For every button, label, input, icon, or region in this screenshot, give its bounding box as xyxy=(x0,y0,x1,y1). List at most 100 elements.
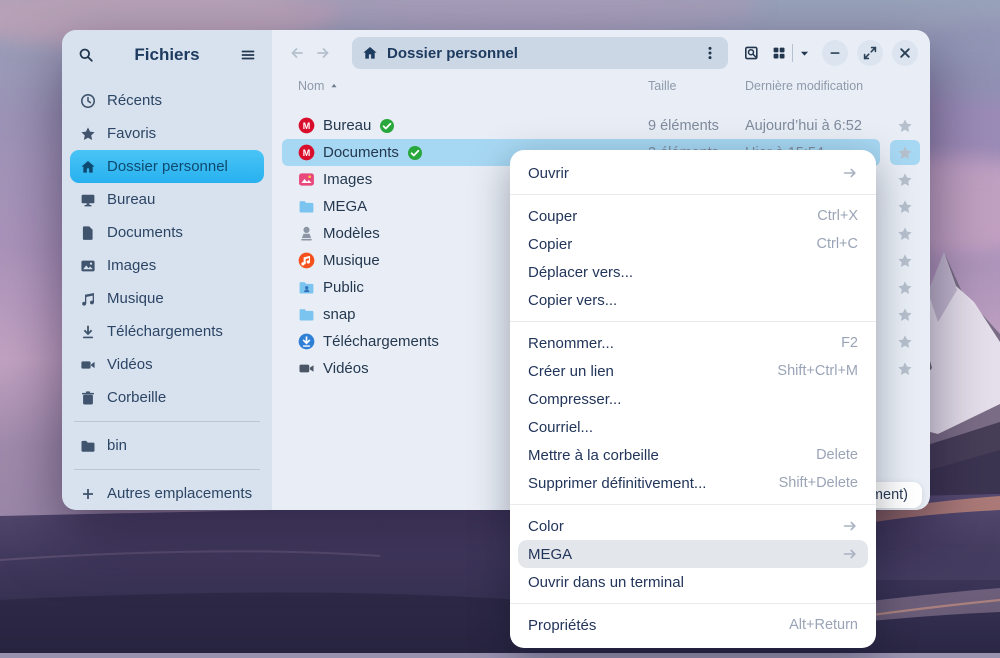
file-name: MEGA xyxy=(323,198,367,215)
sidebar-item-label: Dossier personnel xyxy=(107,158,228,175)
star-toggle[interactable] xyxy=(890,140,920,165)
file-name: Modèles xyxy=(323,225,380,242)
sidebar-item-musique[interactable]: Musique xyxy=(70,282,264,315)
sidebar-list: Récents Favoris Dossier personnel Bureau… xyxy=(62,80,272,510)
trash-icon xyxy=(80,390,96,406)
search-icon[interactable] xyxy=(78,47,94,63)
file-row-bureau[interactable]: M Bureau 9 éléments Aujourd’hui à 6:52 xyxy=(272,112,930,139)
submenu-arrow-icon xyxy=(842,518,858,534)
menu-item-ouvrir-dans-un-terminal[interactable]: Ouvrir dans un terminal xyxy=(510,568,876,596)
sidebar-item-images[interactable]: Images xyxy=(70,249,264,282)
sidebar-item-label: Images xyxy=(107,257,156,274)
shortcut: Shift+Delete xyxy=(779,475,858,491)
sidebar-item-autres-emplacements[interactable]: Autres emplacements xyxy=(70,477,264,510)
shortcut: Delete xyxy=(816,447,858,463)
toolbar-right xyxy=(744,40,918,66)
file-name: Bureau xyxy=(323,117,371,134)
column-modified[interactable]: Dernière modification xyxy=(745,79,863,93)
close-button[interactable] xyxy=(892,40,918,66)
recent-icon xyxy=(80,93,96,109)
menu-item-renommer[interactable]: Renommer... F2 xyxy=(510,329,876,357)
chevron-down-icon[interactable] xyxy=(798,47,811,60)
music-folder-icon xyxy=(298,252,315,269)
shortcut: Ctrl+X xyxy=(817,208,858,224)
sidebar-item-favoris[interactable]: Favoris xyxy=(70,117,264,150)
star-toggle[interactable] xyxy=(890,167,920,192)
sidebar-item-dossier-personnel[interactable]: Dossier personnel xyxy=(70,150,264,183)
file-name: Images xyxy=(323,171,372,188)
maximize-button[interactable] xyxy=(857,40,883,66)
sidebar-item-documents[interactable]: Documents xyxy=(70,216,264,249)
sidebar-item-videos[interactable]: Vidéos xyxy=(70,348,264,381)
menu-item-mettre-a-la-corbeille[interactable]: Mettre à la corbeille Delete xyxy=(510,441,876,469)
sidebar-divider xyxy=(74,469,260,470)
breadcrumb[interactable]: Dossier personnel xyxy=(352,37,728,69)
search-folder-icon[interactable] xyxy=(744,45,760,61)
svg-text:M: M xyxy=(303,121,311,131)
back-icon[interactable] xyxy=(284,40,310,66)
shortcut: Ctrl+C xyxy=(817,236,859,252)
column-name[interactable]: Nom xyxy=(298,79,339,93)
sidebar-item-label: bin xyxy=(107,437,127,454)
star-toggle[interactable] xyxy=(890,356,920,381)
star-toggle[interactable] xyxy=(890,275,920,300)
sidebar-divider xyxy=(74,421,260,422)
star-toggle[interactable] xyxy=(890,329,920,354)
synced-check-icon xyxy=(407,145,423,161)
kebab-menu-icon[interactable] xyxy=(702,45,718,61)
submenu-arrow-icon xyxy=(842,165,858,181)
mega-folder-icon: M xyxy=(298,117,315,134)
sidebar-item-label: Documents xyxy=(107,224,183,241)
menu-item-compresser[interactable]: Compresser... xyxy=(510,385,876,413)
menu-item-ouvrir[interactable]: Ouvrir xyxy=(510,159,876,187)
sidebar-item-bin[interactable]: bin xyxy=(70,429,264,462)
sidebar-item-corbeille[interactable]: Corbeille xyxy=(70,381,264,414)
minimize-button[interactable] xyxy=(822,40,848,66)
image-icon xyxy=(80,258,96,274)
plus-icon xyxy=(80,486,96,502)
file-name: Documents xyxy=(323,144,399,161)
shortcut: Shift+Ctrl+M xyxy=(777,363,858,379)
folder-icon xyxy=(298,306,315,323)
menu-item-creer-un-lien[interactable]: Créer un lien Shift+Ctrl+M xyxy=(510,357,876,385)
grid-view-icon[interactable] xyxy=(771,45,787,61)
shortcut: Alt+Return xyxy=(789,617,858,633)
hamburger-menu-icon[interactable] xyxy=(240,47,256,63)
music-icon xyxy=(80,291,96,307)
menu-item-color[interactable]: Color xyxy=(510,512,876,540)
app-title: Fichiers xyxy=(94,45,240,65)
sidebar-item-telechargements[interactable]: Téléchargements xyxy=(70,315,264,348)
menu-item-deplacer-vers[interactable]: Déplacer vers... xyxy=(510,258,876,286)
file-name: Vidéos xyxy=(323,360,369,377)
menu-item-copier-vers[interactable]: Copier vers... xyxy=(510,286,876,314)
menu-item-copier[interactable]: Copier Ctrl+C xyxy=(510,230,876,258)
sidebar-item-bureau[interactable]: Bureau xyxy=(70,183,264,216)
star-icon xyxy=(80,126,96,142)
star-toggle[interactable] xyxy=(890,113,920,138)
video-icon xyxy=(80,357,96,373)
sidebar-item-recents[interactable]: Récents xyxy=(70,84,264,117)
sidebar: Fichiers Récents Favoris Dossier personn… xyxy=(62,30,272,510)
star-toggle[interactable] xyxy=(890,221,920,246)
view-options xyxy=(771,44,811,62)
star-toggle[interactable] xyxy=(890,302,920,327)
menu-item-couper[interactable]: Couper Ctrl+X xyxy=(510,202,876,230)
file-size: 9 éléments xyxy=(648,118,719,134)
context-menu: Ouvrir Couper Ctrl+X Copier Ctrl+C Dépla… xyxy=(510,150,876,648)
videos-folder-icon xyxy=(298,360,315,377)
menu-item-supprimer-definitivement[interactable]: Supprimer définitivement... Shift+Delete xyxy=(510,469,876,497)
forward-icon[interactable] xyxy=(310,40,336,66)
star-toggle[interactable] xyxy=(890,194,920,219)
star-toggle[interactable] xyxy=(890,248,920,273)
home-icon xyxy=(80,159,96,175)
menu-item-courriel[interactable]: Courriel... xyxy=(510,413,876,441)
menu-item-proprietes[interactable]: Propriétés Alt+Return xyxy=(510,611,876,639)
svg-text:M: M xyxy=(303,148,311,158)
shortcut: F2 xyxy=(841,335,858,351)
menu-item-mega[interactable]: MEGA xyxy=(518,540,868,568)
mega-folder-icon: M xyxy=(298,144,315,161)
column-size[interactable]: Taille xyxy=(648,79,677,93)
home-icon xyxy=(362,45,378,61)
download-icon xyxy=(80,324,96,340)
file-name: Téléchargements xyxy=(323,333,439,350)
